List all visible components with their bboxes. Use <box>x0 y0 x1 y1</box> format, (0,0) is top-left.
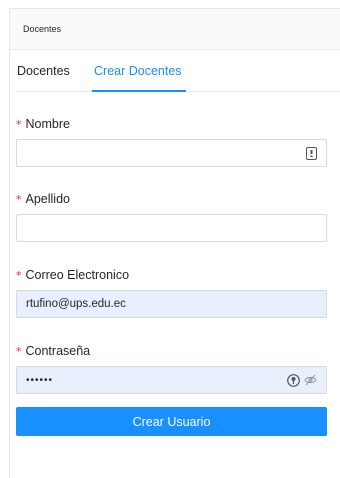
required-mark: * <box>16 118 22 131</box>
required-mark: * <box>16 269 22 282</box>
card-header: Docentes <box>10 9 340 50</box>
correo-value: rtufino@ups.edu.ec <box>26 298 126 310</box>
correo-input[interactable]: rtufino@ups.edu.ec <box>16 290 327 318</box>
nombre-label: * Nombre <box>16 117 70 131</box>
password-manager-icon[interactable] <box>306 146 317 160</box>
apellido-label: * Apellido <box>16 192 70 206</box>
required-mark: * <box>16 345 22 358</box>
contrasena-input[interactable]: •••••• <box>16 366 327 394</box>
crear-usuario-button[interactable]: Crear Usuario <box>16 407 327 436</box>
contrasena-value: •••••• <box>26 374 54 386</box>
tab-bar: Docentes Crear Docentes <box>16 58 340 92</box>
correo-label: * Correo Electronico <box>16 268 130 282</box>
active-tab-indicator <box>92 90 186 92</box>
tab-crear-docentes[interactable]: Crear Docentes <box>94 64 182 78</box>
required-mark: * <box>16 193 22 206</box>
apellido-input[interactable] <box>16 214 327 242</box>
nombre-input[interactable] <box>16 139 327 167</box>
contrasena-label: * Contraseña <box>16 344 91 358</box>
eye-invisible-icon[interactable] <box>304 374 317 386</box>
key-icon[interactable] <box>287 373 300 387</box>
card-title: Docentes <box>23 24 62 34</box>
tab-docentes[interactable]: Docentes <box>17 64 70 78</box>
